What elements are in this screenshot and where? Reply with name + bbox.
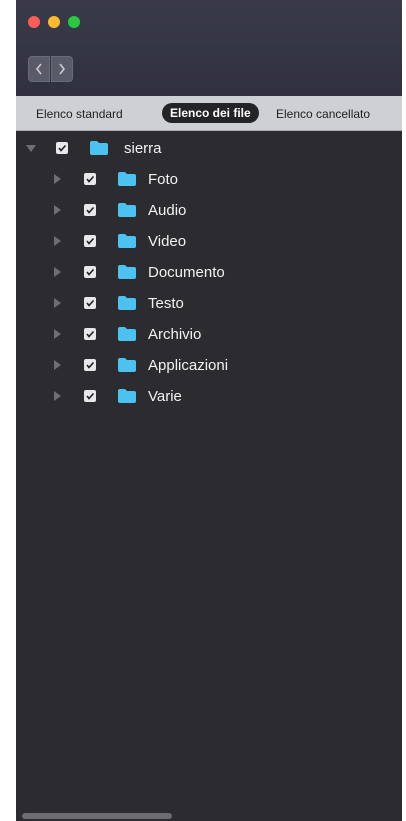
checkbox-checked[interactable] xyxy=(56,142,68,154)
horizontal-scrollbar[interactable] xyxy=(22,813,172,819)
checkmark-icon xyxy=(86,175,95,183)
tree-label-video: Video xyxy=(148,232,187,250)
checkmark-icon xyxy=(86,299,95,307)
tree-row-child[interactable]: Audio xyxy=(16,196,402,224)
disclosure-triangle-expanded-icon[interactable] xyxy=(26,144,36,152)
checkbox-checked[interactable] xyxy=(84,297,96,309)
view-tab-bar: Elenco standard Elenco dei file Elenco c… xyxy=(16,96,402,131)
folder-icon xyxy=(118,234,136,248)
checkmark-icon xyxy=(58,144,67,152)
folder-icon xyxy=(118,389,136,403)
disclosure-triangle-collapsed-icon[interactable] xyxy=(54,360,61,370)
close-button[interactable] xyxy=(28,16,40,28)
tree-row-child[interactable]: Testo xyxy=(16,289,402,317)
checkmark-icon xyxy=(86,268,95,276)
tree-row-child[interactable]: Documento xyxy=(16,258,402,286)
tree-row-child[interactable]: Varie xyxy=(16,382,402,410)
checkbox-checked[interactable] xyxy=(84,390,96,402)
tree-row-child[interactable]: Archivio xyxy=(16,320,402,348)
checkbox-checked[interactable] xyxy=(84,173,96,185)
checkmark-icon xyxy=(86,206,95,214)
zoom-button[interactable] xyxy=(68,16,80,28)
app-window: Elenco standard Elenco dei file Elenco c… xyxy=(16,0,402,821)
tab-elenco-cancellato[interactable]: Elenco cancellato xyxy=(276,104,370,124)
disclosure-triangle-collapsed-icon[interactable] xyxy=(54,174,61,184)
tree-label-testo: Testo xyxy=(148,294,184,312)
folder-icon xyxy=(118,265,136,279)
disclosure-triangle-collapsed-icon[interactable] xyxy=(54,298,61,308)
checkbox-checked[interactable] xyxy=(84,328,96,340)
disclosure-triangle-collapsed-icon[interactable] xyxy=(54,205,61,215)
folder-icon xyxy=(118,327,136,341)
title-bar xyxy=(16,0,402,96)
tab-elenco-dei-file[interactable]: Elenco dei file xyxy=(162,103,259,123)
disclosure-triangle-collapsed-icon[interactable] xyxy=(54,329,61,339)
checkmark-icon xyxy=(86,237,95,245)
folder-icon xyxy=(90,141,108,155)
tree-label-documento: Documento xyxy=(148,263,225,281)
tree-row-child[interactable]: Applicazioni xyxy=(16,351,402,379)
folder-icon xyxy=(118,203,136,217)
back-button[interactable] xyxy=(28,56,50,82)
folder-icon xyxy=(118,296,136,310)
tab-elenco-standard[interactable]: Elenco standard xyxy=(36,104,123,124)
tree-label-archivio: Archivio xyxy=(148,325,202,343)
chevron-right-icon xyxy=(59,63,66,75)
tree-row-child[interactable]: Foto xyxy=(16,165,402,193)
tree-label-root: sierra xyxy=(124,139,162,157)
checkmark-icon xyxy=(86,361,95,369)
chevron-left-icon xyxy=(35,63,42,75)
minimize-button[interactable] xyxy=(48,16,60,28)
tree-row-root[interactable]: sierra xyxy=(16,134,402,162)
disclosure-triangle-collapsed-icon[interactable] xyxy=(54,236,61,246)
checkbox-checked[interactable] xyxy=(84,204,96,216)
checkmark-icon xyxy=(86,330,95,338)
tree-row-child[interactable]: Video xyxy=(16,227,402,255)
tree-label-applicazioni: Applicazioni xyxy=(148,356,229,374)
checkmark-icon xyxy=(86,392,95,400)
tree-label-foto: Foto xyxy=(148,170,179,188)
checkbox-checked[interactable] xyxy=(84,235,96,247)
tree-label-audio: Audio xyxy=(148,201,187,219)
folder-icon xyxy=(118,358,136,372)
disclosure-triangle-collapsed-icon[interactable] xyxy=(54,391,61,401)
tree-label-varie: Varie xyxy=(148,387,182,405)
checkbox-checked[interactable] xyxy=(84,359,96,371)
folder-icon xyxy=(118,172,136,186)
forward-button[interactable] xyxy=(51,56,73,82)
disclosure-triangle-collapsed-icon[interactable] xyxy=(54,267,61,277)
checkbox-checked[interactable] xyxy=(84,266,96,278)
